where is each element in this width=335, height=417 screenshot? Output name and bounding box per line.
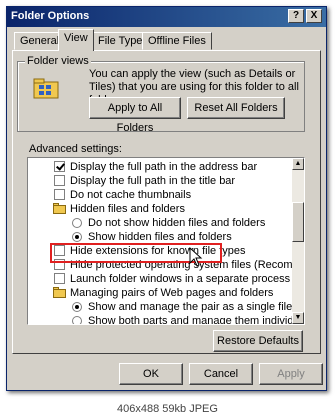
- folder-icon: [53, 287, 66, 298]
- tab-view[interactable]: View: [58, 29, 94, 51]
- setting-label: Do not cache thumbnails: [70, 189, 192, 201]
- advanced-settings-list[interactable]: Display the full path in the address bar…: [27, 157, 305, 325]
- screenshot-frame: Folder Options ? X General View File Typ…: [0, 0, 335, 401]
- radio-selected-icon[interactable]: [72, 232, 82, 242]
- scroll-thumb[interactable]: [292, 202, 304, 242]
- advanced-settings-label: Advanced settings:: [29, 143, 122, 155]
- scroll-down-arrow-icon[interactable]: ▼: [292, 312, 304, 324]
- radio-icon[interactable]: [72, 218, 82, 228]
- setting-label: Do not show hidden files and folders: [88, 217, 266, 229]
- restore-defaults-button[interactable]: Restore Defaults: [213, 330, 303, 352]
- folder-icon: [53, 203, 66, 214]
- folder-options-dialog: Folder Options ? X General View File Typ…: [6, 6, 327, 391]
- setting-manage-pair-single[interactable]: Show and manage the pair as a single fil…: [28, 300, 304, 314]
- mouse-cursor-icon: [189, 247, 203, 267]
- radio-icon[interactable]: [72, 316, 82, 324]
- setting-do-not-show-hidden[interactable]: Do not show hidden files and folders: [28, 216, 304, 230]
- folder-label: Managing pairs of Web pages and folders: [70, 287, 274, 299]
- setting-label: Launch folder windows in a separate proc…: [70, 273, 291, 285]
- checkbox-checked-icon[interactable]: [54, 161, 65, 172]
- hidden-files-folder-node: Hidden files and folders: [28, 202, 304, 216]
- folder-views-label: Folder views: [25, 55, 91, 67]
- list-scrollbar[interactable]: ▲ ▼: [292, 158, 304, 324]
- setting-label: Show and manage the pair as a single fil…: [88, 301, 293, 313]
- folder-views-icon: [33, 78, 59, 99]
- help-button[interactable]: ?: [288, 9, 304, 23]
- setting-manage-individually[interactable]: Show both parts and manage them individu…: [28, 314, 305, 325]
- checkbox-icon[interactable]: [54, 175, 65, 186]
- apply-button[interactable]: Apply: [259, 363, 323, 385]
- close-button[interactable]: X: [306, 9, 322, 23]
- setting-label: Show hidden files and folders: [88, 231, 232, 243]
- ok-button[interactable]: OK: [119, 363, 183, 385]
- window-title: Folder Options: [11, 10, 90, 22]
- setting-full-path-address-bar[interactable]: Display the full path in the address bar: [28, 160, 304, 174]
- setting-cache-thumbnails[interactable]: Do not cache thumbnails: [28, 188, 304, 202]
- apply-to-all-folders-button[interactable]: Apply to All Folders: [89, 97, 181, 134]
- setting-label: Show both parts and manage them individu…: [88, 315, 305, 325]
- setting-separate-process[interactable]: Launch folder windows in a separate proc…: [28, 272, 304, 286]
- reset-all-folders-button[interactable]: Reset All Folders: [187, 97, 285, 119]
- image-caption: 406x488 59kb JPEG: [0, 401, 335, 417]
- setting-show-hidden[interactable]: Show hidden files and folders: [28, 230, 304, 244]
- checkbox-icon[interactable]: [54, 189, 65, 200]
- radio-selected-icon[interactable]: [72, 302, 82, 312]
- web-pages-folder-node: Managing pairs of Web pages and folders: [28, 286, 304, 300]
- title-bar: Folder Options ? X: [7, 7, 326, 27]
- cancel-button[interactable]: Cancel: [189, 363, 253, 385]
- tab-offline-files[interactable]: Offline Files: [142, 32, 212, 50]
- folder-label: Hidden files and folders: [70, 203, 185, 215]
- checkbox-icon[interactable]: [54, 273, 65, 284]
- setting-full-path-title-bar[interactable]: Display the full path in the title bar: [28, 174, 304, 188]
- setting-label: Display the full path in the address bar: [70, 161, 258, 173]
- setting-label: Display the full path in the title bar: [70, 175, 236, 187]
- scroll-up-arrow-icon[interactable]: ▲: [292, 158, 304, 170]
